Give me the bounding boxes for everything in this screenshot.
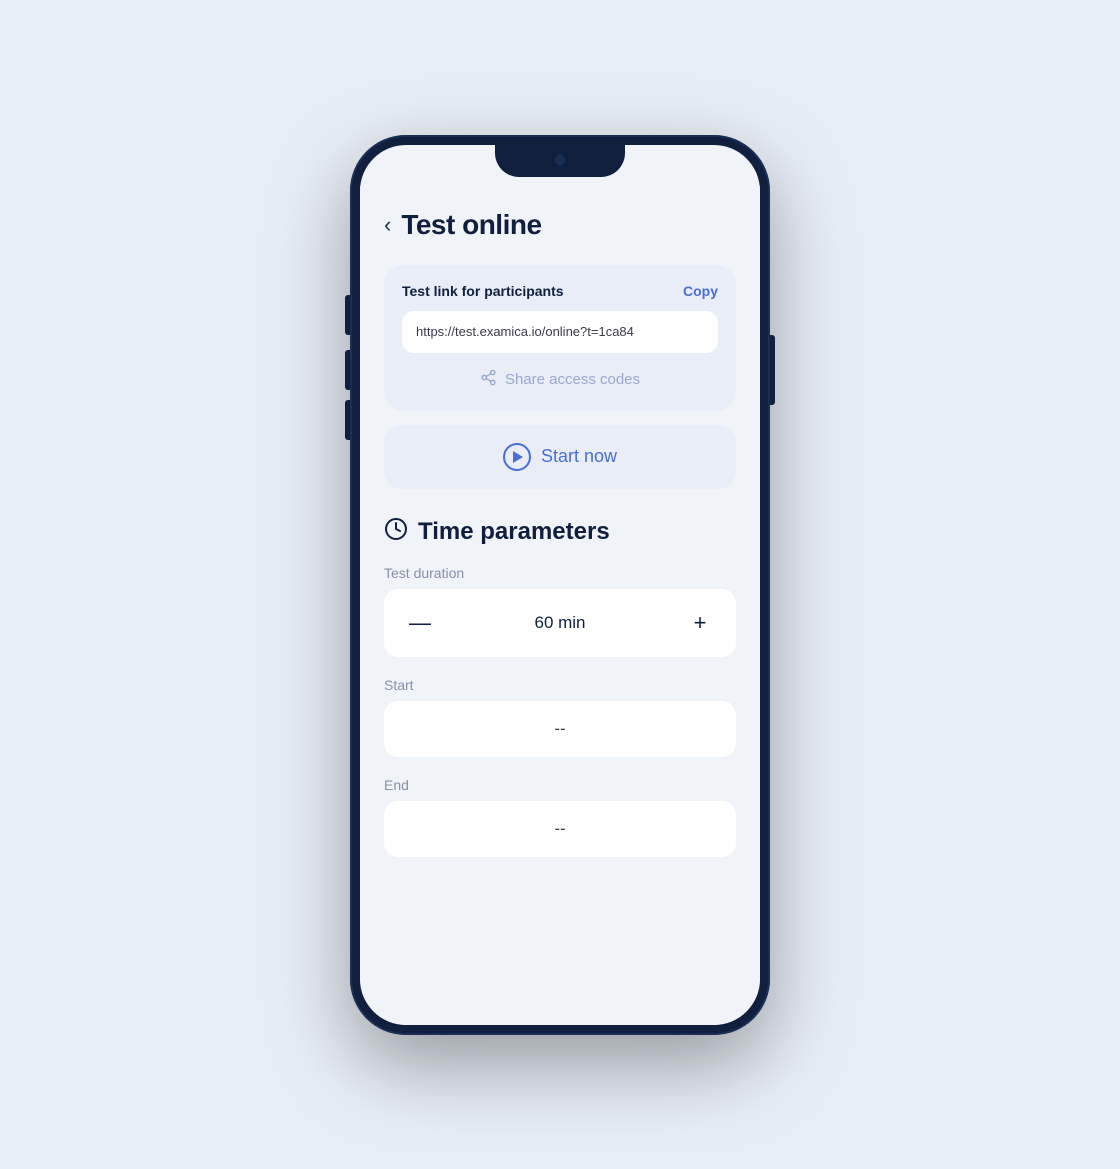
- clock-icon: [384, 517, 408, 547]
- link-box: https://test.examica.io/online?t=1ca84: [402, 311, 718, 353]
- card-header-row: Test link for participants Copy: [402, 283, 718, 299]
- screen-content: ‹ Test online Test link for participants…: [360, 185, 760, 1025]
- phone-shell: ‹ Test online Test link for participants…: [350, 135, 770, 1035]
- share-icon: [480, 369, 497, 391]
- end-field[interactable]: --: [384, 801, 736, 857]
- copy-button[interactable]: Copy: [683, 283, 718, 299]
- duration-value: 60 min: [534, 613, 585, 633]
- play-icon: [503, 443, 531, 471]
- start-placeholder: --: [554, 719, 565, 738]
- start-field[interactable]: --: [384, 701, 736, 757]
- page-header: ‹ Test online: [384, 209, 736, 241]
- notch-camera: [555, 155, 565, 165]
- link-url: https://test.examica.io/online?t=1ca84: [416, 324, 634, 339]
- back-icon[interactable]: ‹: [384, 214, 391, 236]
- card-label: Test link for participants: [402, 283, 564, 299]
- phone-frame: ‹ Test online Test link for participants…: [350, 135, 770, 1035]
- test-link-card: Test link for participants Copy https://…: [384, 265, 736, 411]
- start-now-button[interactable]: Start now: [384, 425, 736, 489]
- decrement-button[interactable]: —: [402, 605, 438, 641]
- start-label: Start: [384, 677, 736, 693]
- share-codes-row[interactable]: Share access codes: [402, 365, 718, 395]
- increment-button[interactable]: +: [682, 605, 718, 641]
- share-codes-label: Share access codes: [505, 371, 640, 388]
- end-label: End: [384, 777, 736, 793]
- notch: [495, 145, 625, 177]
- page-title: Test online: [401, 209, 541, 241]
- duration-label: Test duration: [384, 565, 736, 581]
- duration-stepper: — 60 min +: [384, 589, 736, 657]
- end-placeholder: --: [554, 819, 565, 838]
- play-triangle: [513, 451, 523, 463]
- phone-screen: ‹ Test online Test link for participants…: [360, 145, 760, 1025]
- start-now-label: Start now: [541, 446, 617, 467]
- section-header: Time parameters: [384, 517, 736, 547]
- section-title: Time parameters: [418, 518, 610, 546]
